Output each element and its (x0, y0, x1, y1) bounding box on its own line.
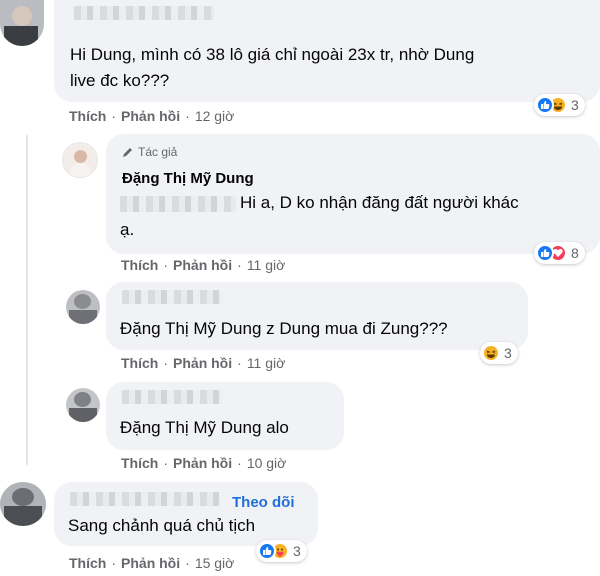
avatar[interactable] (66, 388, 100, 422)
comment-actions: Thích · Phản hồi · 10 giờ (121, 455, 286, 471)
reply-link[interactable]: Phản hồi (173, 455, 232, 471)
reply-link[interactable]: Phản hồi (121, 108, 180, 124)
separator: · (237, 355, 242, 371)
reaction-count: 8 (571, 245, 579, 261)
comment-actions: Thích · Phản hồi · 15 giờ (69, 555, 234, 571)
timestamp[interactable]: 15 giờ (195, 555, 235, 571)
comment-body: z Dung mua đi Zung??? (266, 319, 448, 338)
separator: · (163, 257, 169, 273)
follow-button[interactable]: Theo dõi (232, 494, 295, 511)
comment-text: Đặng Thị Mỹ Dung alo (120, 415, 289, 441)
separator: · (111, 555, 117, 571)
like-link[interactable]: Thích (121, 355, 158, 371)
reaction-summary[interactable]: 3 (256, 540, 307, 562)
blurred-commenter-name (70, 492, 220, 506)
comment-text: Sang chảnh quá chủ tịch (68, 516, 256, 535)
comment-actions: Thích · Phản hồi · 11 giờ (121, 257, 285, 273)
reaction-count: 3 (504, 345, 512, 361)
comment-text-line: ạ. (120, 220, 135, 239)
blurred-commenter-name (122, 390, 222, 404)
author-badge: Tác giả (122, 145, 177, 159)
avatar[interactable] (0, 482, 46, 526)
separator: · (163, 355, 169, 371)
like-link[interactable]: Thích (121, 257, 158, 273)
comment-actions: Thích · Phản hồi · 12 giờ (69, 108, 234, 124)
reaction-summary[interactable]: 3 (534, 94, 585, 116)
author-avatar[interactable] (62, 142, 98, 178)
separator: · (185, 555, 190, 571)
like-icon (536, 244, 554, 262)
reply-link[interactable]: Phản hồi (173, 355, 232, 371)
haha-icon (482, 344, 500, 362)
comment-text: Đặng Thị Mỹ Dung z Dung mua đi Zung??? (120, 316, 448, 342)
mention-link[interactable]: Đặng Thị Mỹ Dung (120, 418, 261, 437)
author-badge-label: Tác giả (138, 145, 178, 159)
like-link[interactable]: Thích (69, 108, 106, 124)
separator: · (237, 455, 242, 471)
avatar[interactable] (0, 0, 44, 46)
timestamp[interactable]: 12 giờ (195, 108, 235, 124)
mention-link[interactable]: Đặng Thị Mỹ Dung (120, 319, 261, 338)
reaction-summary[interactable]: 3 (480, 342, 518, 364)
reaction-count: 3 (293, 543, 301, 559)
like-icon (536, 96, 554, 114)
comment-text: Hi Dung, mình có 38 lô giá chỉ ngoài 23x… (70, 45, 475, 90)
avatar[interactable] (66, 290, 100, 324)
reaction-summary[interactable]: 8 (534, 242, 585, 264)
thread-line (26, 135, 28, 465)
blurred-commenter-name (122, 290, 222, 304)
separator: · (185, 108, 190, 124)
timestamp[interactable]: 11 giờ (247, 355, 286, 371)
like-icon (258, 542, 276, 560)
comment-text-line: Hi a, D ko nhận đăng đất người khác (240, 193, 519, 212)
reply-link[interactable]: Phản hồi (173, 257, 232, 273)
like-link[interactable]: Thích (121, 455, 158, 471)
like-link[interactable]: Thích (69, 555, 106, 571)
timestamp[interactable]: 11 giờ (247, 257, 286, 273)
separator: · (111, 108, 117, 124)
reaction-count: 3 (571, 97, 579, 113)
separator: · (237, 257, 242, 273)
commenter-name[interactable]: Đặng Thị Mỹ Dung (122, 170, 254, 187)
comment-body: alo (266, 418, 289, 437)
pen-icon (123, 148, 132, 157)
separator: · (163, 455, 169, 471)
blurred-commenter-name (74, 6, 214, 20)
comment-actions: Thích · Phản hồi · 11 giờ (121, 355, 285, 371)
timestamp[interactable]: 10 giờ (247, 455, 287, 471)
reply-link[interactable]: Phản hồi (121, 555, 180, 571)
blurred-text (120, 196, 236, 212)
